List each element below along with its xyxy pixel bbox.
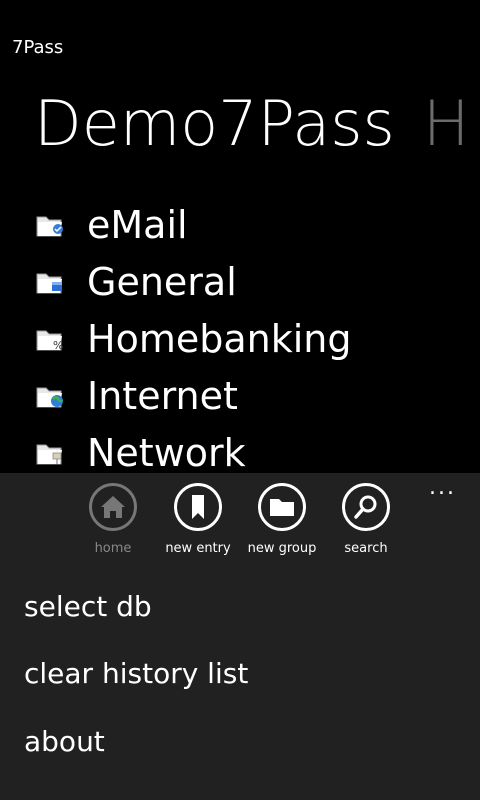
search-label: search [344, 541, 388, 556]
group-label: General [87, 260, 237, 304]
app-title: 7Pass [12, 37, 64, 58]
home-icon [89, 483, 137, 531]
more-options-button[interactable]: ... [429, 477, 456, 499]
network-folder-icon [36, 444, 62, 465]
search-icon [342, 483, 390, 531]
home-label: home [94, 541, 132, 556]
menu-item-clear-history[interactable]: clear history list [24, 657, 248, 691]
pivot-item-active[interactable]: Demo7Pass [34, 88, 395, 160]
new-group-button[interactable]: new group [237, 483, 327, 557]
folder-icon [258, 483, 306, 531]
list-item-internet[interactable]: Internet [0, 369, 480, 426]
group-list: eMail General % Homebanking Internet Net… [0, 198, 480, 483]
general-folder-icon [36, 273, 62, 294]
homebanking-folder-icon: % [36, 330, 63, 352]
bookmark-icon [174, 483, 222, 531]
new-group-label: new group [247, 541, 317, 556]
internet-folder-icon [36, 387, 63, 408]
list-item-homebanking[interactable]: % Homebanking [0, 312, 480, 369]
home-button[interactable]: home [68, 483, 158, 557]
email-folder-icon [36, 216, 63, 237]
list-item-email[interactable]: eMail [0, 198, 480, 255]
group-label: Network [87, 431, 246, 475]
group-label: Homebanking [87, 317, 352, 361]
new-entry-button[interactable]: new entry [153, 483, 243, 557]
svg-text:%: % [53, 339, 63, 352]
application-bar: ... home new entry new group search sele… [0, 473, 480, 800]
search-button[interactable]: search [321, 483, 411, 557]
list-item-general[interactable]: General [0, 255, 480, 312]
group-label: Internet [87, 374, 238, 418]
pivot-item-next[interactable]: H [423, 88, 470, 160]
group-label: eMail [87, 203, 188, 247]
menu-item-about[interactable]: about [24, 725, 105, 759]
menu-item-select-db[interactable]: select db [24, 590, 152, 624]
new-entry-label: new entry [165, 541, 231, 556]
pivot-header: Demo7Pass H [34, 88, 480, 160]
